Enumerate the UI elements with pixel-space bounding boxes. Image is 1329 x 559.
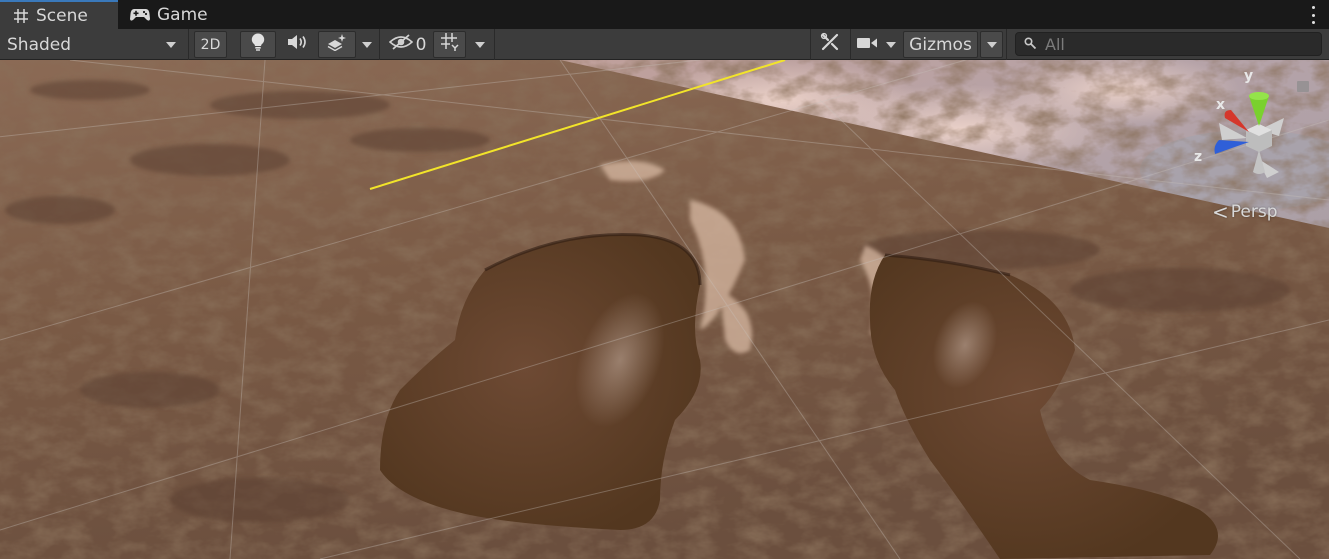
chevron-down-icon (475, 41, 485, 48)
effects-toggle-button[interactable] (318, 31, 356, 58)
gizmo-axis-y-label: y (1244, 68, 1254, 84)
grid-snap-icon (440, 32, 460, 57)
divider (810, 29, 811, 60)
lock-icon[interactable] (1297, 81, 1309, 92)
audio-toggle-button[interactable] (281, 31, 315, 58)
chevron-down-icon (362, 41, 372, 48)
toggle-2d-button[interactable]: 2D (194, 31, 227, 58)
chevron-down-icon (886, 41, 896, 48)
tab-scene-label: Scene (36, 5, 88, 26)
chevron-left-icon: < (1212, 200, 1229, 224)
shading-mode-label: Shaded (7, 34, 72, 55)
search-input[interactable] (1045, 34, 1315, 54)
projection-toggle[interactable]: < Persp (1212, 200, 1278, 224)
projection-label: Persp (1230, 202, 1278, 222)
terrain-render (0, 60, 1329, 559)
tools-icon (820, 32, 840, 57)
kebab-menu-icon[interactable] (1310, 6, 1316, 24)
divider (850, 29, 851, 60)
effects-dropdown-button[interactable] (357, 31, 377, 58)
camera-settings-button[interactable] (853, 31, 881, 58)
grid-toggle-button[interactable] (433, 31, 466, 58)
scene-viewport[interactable]: y x z < Persp (0, 60, 1329, 559)
divider (494, 29, 495, 60)
chevron-down-icon (166, 42, 176, 48)
gamepad-icon (130, 8, 150, 22)
tab-game[interactable]: Game (130, 0, 240, 29)
speaker-icon (287, 34, 309, 55)
lighting-toggle-button[interactable] (240, 31, 276, 58)
divider (379, 29, 380, 60)
layers-effects-icon (326, 33, 348, 56)
tools-button[interactable] (812, 31, 848, 58)
tab-bar: Scene Game (0, 0, 1329, 29)
hash-grid-icon (13, 8, 29, 24)
tab-game-label: Game (157, 4, 208, 25)
gizmos-dropdown-button[interactable] (980, 31, 1003, 58)
hidden-objects-count: 0 (415, 34, 427, 55)
camera-dropdown-button[interactable] (881, 31, 901, 58)
gizmo-axis-x-label: x (1216, 97, 1226, 113)
hidden-objects-toggle[interactable]: 0 (385, 31, 430, 58)
search-icon (1024, 35, 1037, 54)
gizmos-toggle-button[interactable]: Gizmos (903, 31, 978, 58)
divider (188, 29, 189, 60)
divider (1006, 29, 1007, 60)
tab-scene[interactable]: Scene (0, 0, 118, 29)
scene-toolbar: Shaded 2D 0 Gizmos All (0, 29, 1329, 60)
eye-slash-icon (388, 34, 413, 55)
camera-icon (856, 35, 878, 55)
scene-search-box[interactable] (1015, 32, 1322, 56)
gizmos-label: Gizmos (909, 34, 972, 55)
toggle-2d-label: 2D (200, 36, 221, 53)
grid-dropdown-button[interactable] (468, 31, 492, 58)
shading-mode-dropdown[interactable]: Shaded (0, 31, 186, 58)
lightbulb-icon (251, 33, 265, 56)
gizmo-axis-z-label: z (1194, 149, 1203, 165)
chevron-down-icon (986, 41, 997, 48)
